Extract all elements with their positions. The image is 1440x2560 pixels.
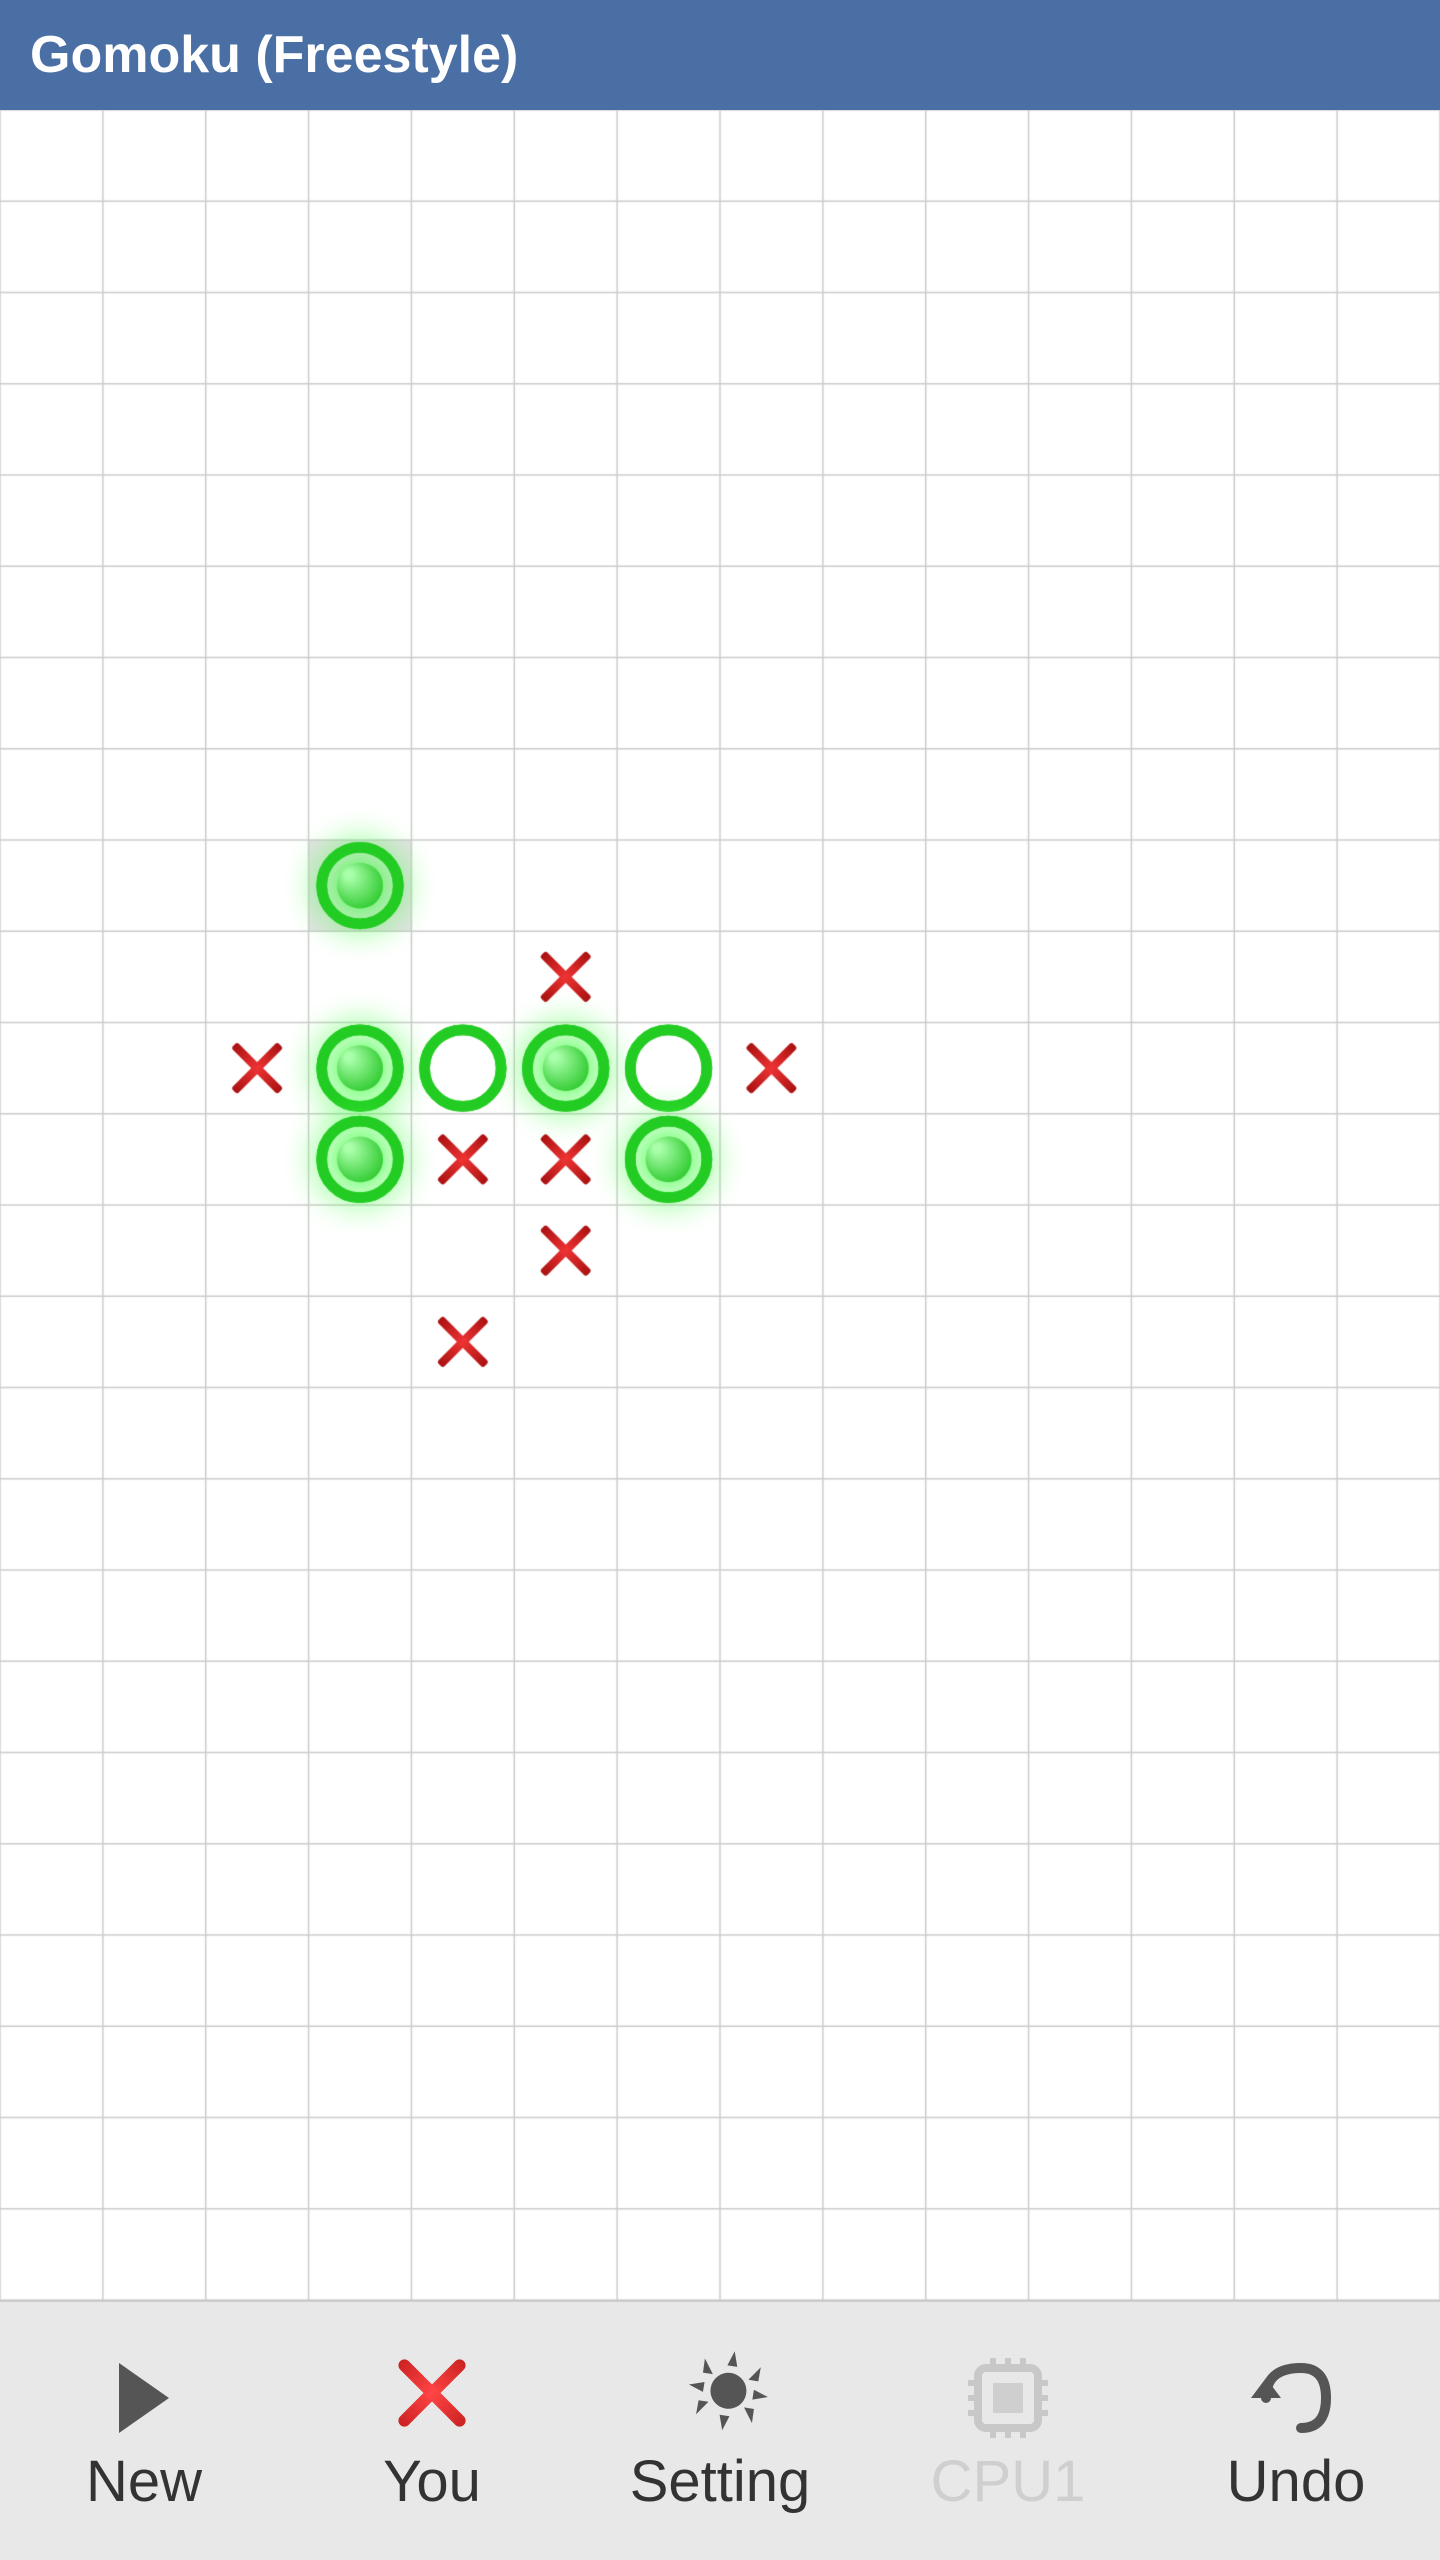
- new-button[interactable]: New: [4, 2321, 284, 2541]
- app-title: Gomoku (Freestyle): [30, 25, 518, 85]
- new-label: New: [86, 2448, 202, 2515]
- gear-icon: [686, 2309, 824, 2447]
- new-icon: [94, 2348, 194, 2448]
- you-x-icon: [387, 2348, 477, 2438]
- you-button[interactable]: You: [292, 2321, 572, 2541]
- setting-button[interactable]: Setting: [580, 2321, 860, 2541]
- bottom-bar: New You Setting: [0, 2300, 1440, 2560]
- game-board[interactable]: [0, 110, 1440, 2300]
- cpu-button[interactable]: CPU1: [868, 2321, 1148, 2541]
- undo-button[interactable]: Undo: [1156, 2321, 1436, 2541]
- undo-label: Undo: [1227, 2448, 1366, 2515]
- title-bar: Gomoku (Freestyle): [0, 0, 1440, 110]
- setting-label: Setting: [630, 2448, 811, 2515]
- game-board-container[interactable]: [0, 110, 1440, 2300]
- cpu-icon: [958, 2348, 1058, 2448]
- undo-icon: [1246, 2348, 1346, 2448]
- cpu-label: CPU1: [931, 2448, 1086, 2515]
- you-label: You: [383, 2448, 481, 2515]
